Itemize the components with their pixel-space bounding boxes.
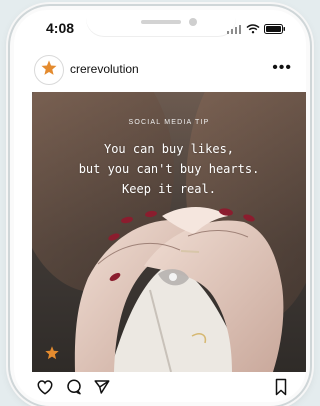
avatar[interactable] [34, 55, 64, 85]
quote-line: but you can't buy hearts. [78, 162, 260, 176]
quote-line: You can buy likes, [103, 142, 235, 156]
speaker [141, 20, 181, 24]
quote-text: You can buy likes, but you can't buy hea… [32, 139, 306, 199]
signal-icon [226, 21, 242, 39]
bookmark-icon[interactable] [274, 378, 288, 401]
status-icons [226, 21, 286, 39]
comment-icon[interactable] [65, 378, 83, 401]
send-icon[interactable] [93, 378, 111, 401]
social-media-tip-label: SOCIAL MEDIA TIP [128, 119, 210, 126]
phone-frame: 4:08 crerevolution ••• SOCIAL MEDIA TIP … [10, 6, 310, 406]
status-time: 4:08 [46, 20, 75, 36]
quote-line: Keep it real. [122, 182, 216, 196]
action-bar [14, 375, 306, 402]
more-options-button[interactable]: ••• [272, 59, 292, 77]
wifi-icon [246, 21, 260, 39]
star-icon [44, 345, 60, 366]
post-image[interactable]: SOCIAL MEDIA TIP You can buy likes, but … [32, 92, 306, 372]
star-icon [40, 59, 58, 82]
screen: 4:08 crerevolution ••• SOCIAL MEDIA TIP … [14, 10, 306, 402]
notch [86, 10, 236, 36]
post-photo [32, 92, 306, 372]
username[interactable]: crerevolution [70, 62, 139, 76]
post-header: crerevolution ••• [14, 52, 306, 88]
camera-dot [189, 18, 197, 26]
battery-icon [264, 21, 286, 39]
status-bar: 4:08 [14, 10, 306, 44]
heart-icon[interactable] [36, 378, 54, 401]
